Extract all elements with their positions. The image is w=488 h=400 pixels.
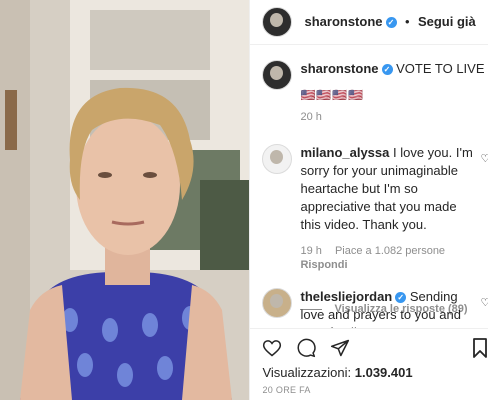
verified-badge-icon: ✓ [381,64,393,75]
caption-flags: 🇺🇸🇺🇸🇺🇸🇺🇸 [300,88,365,102]
views-label: Visualizzazioni: [262,365,352,380]
video-frame [0,0,250,400]
verified-badge-icon: ✓ [385,17,397,28]
commenter-avatar[interactable] [262,288,293,318]
post-timestamp[interactable]: 20 ORE FA [262,385,310,395]
separator-dot: • [404,14,410,29]
comment-like-heart-icon[interactable]: ♡ [480,152,488,165]
instagram-post: sharonstone ✓ • Segui già sharonstone ✓ VO… [0,0,488,400]
views-number: 1.039.401 [354,365,413,380]
post-header: sharonstone ✓ • Segui già [250,0,488,45]
commenter-avatar[interactable] [262,144,293,174]
bookmark-icon[interactable] [472,338,488,358]
caption-time[interactable]: 20 h [300,111,321,123]
following-button[interactable]: Segui già [418,14,476,29]
like-heart-icon[interactable] [262,338,282,358]
comments-list[interactable]: sharonstone ✓ VOTE TO LIVE 🇺🇸🇺🇸🇺🇸🇺🇸 20 h … [250,46,488,328]
post-sidebar: sharonstone ✓ • Segui già sharonstone ✓ VO… [249,0,488,400]
caption-avatar[interactable] [262,60,293,90]
caption-text: VOTE TO LIVE [396,61,485,76]
action-bar: Visualizzazioni: 1.039.401 20 ORE FA [250,328,488,400]
reply-button[interactable]: Rispondi [300,259,347,271]
author-avatar[interactable] [262,7,293,37]
video-player[interactable] [0,0,250,400]
comment-username[interactable]: milano_alyssa [300,145,389,160]
author-username[interactable]: sharonstone [304,14,382,29]
comment-bubble-icon[interactable] [296,338,317,358]
comment-time[interactable]: 19 h [300,245,321,257]
verified-badge-icon: ✓ [395,292,407,303]
share-paper-plane-icon[interactable] [330,338,350,358]
comment-like-heart-icon[interactable]: ♡ [480,296,488,309]
comment-username[interactable]: thelesliejordan [300,289,392,304]
view-count: Visualizzazioni: 1.039.401 [262,365,412,380]
comment-likes[interactable]: Piace a 1.082 persone [335,245,445,257]
caption-username[interactable]: sharonstone [300,61,378,76]
